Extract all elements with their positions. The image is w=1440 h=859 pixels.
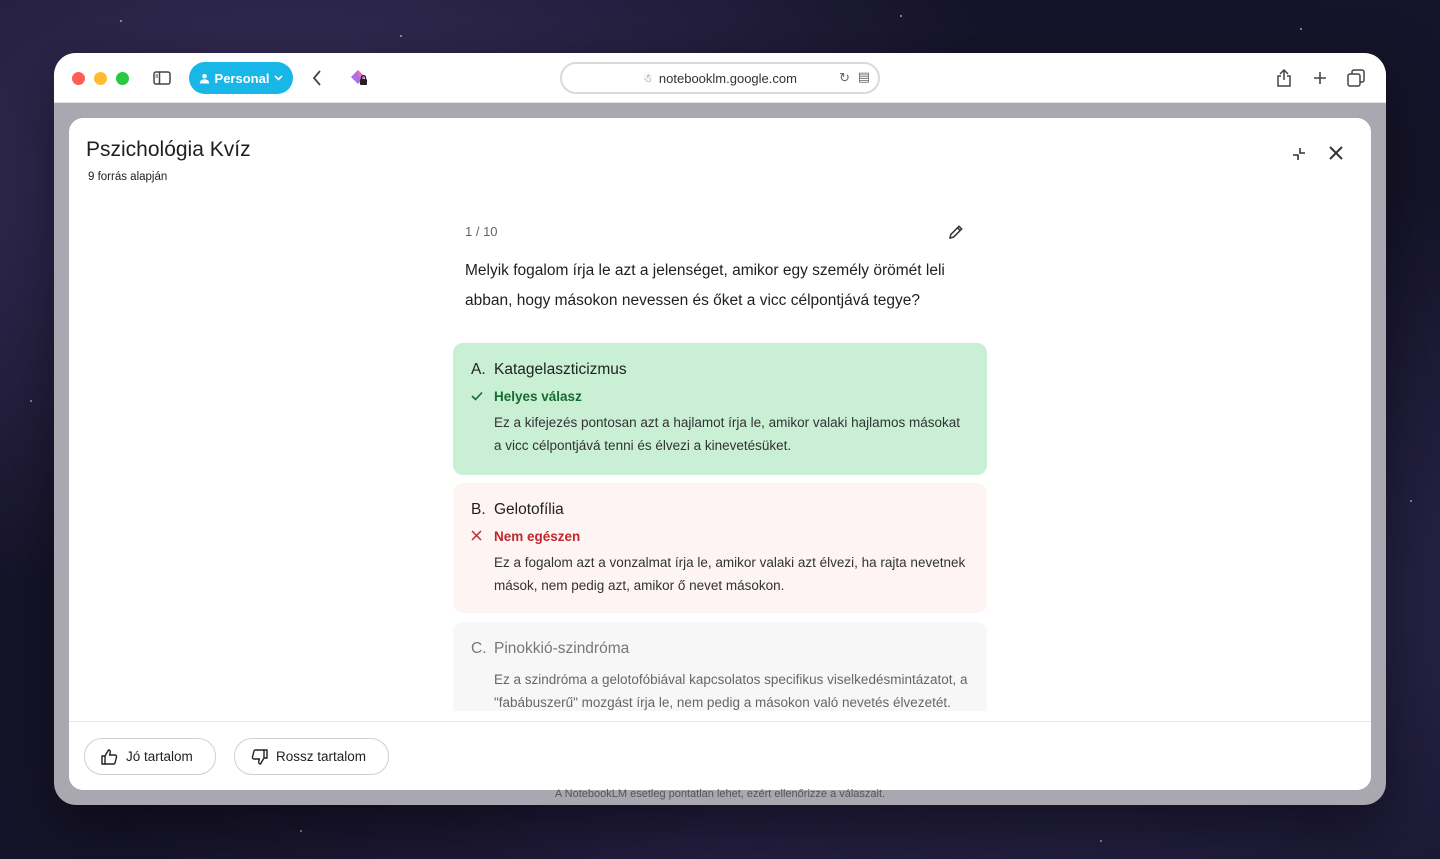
thumbs-up-icon — [101, 748, 118, 765]
share-icon — [1277, 69, 1291, 87]
close-icon — [1329, 146, 1343, 160]
option-label: Gelotofília — [494, 501, 564, 518]
star — [400, 35, 402, 37]
question-counter: 1 / 10 — [465, 224, 498, 239]
star — [900, 15, 902, 17]
option-letter: B. — [471, 501, 486, 518]
tab-overview-button[interactable] — [1340, 62, 1372, 94]
answer-option-c[interactable]: C. Pinokkió-szindróma Ez a szindróma a g… — [453, 622, 987, 711]
x-icon — [471, 529, 494, 544]
star — [1100, 840, 1102, 842]
option-status: Helyes válasz — [494, 389, 582, 404]
close-window-button[interactable] — [72, 72, 85, 85]
extension-button[interactable] — [341, 62, 377, 94]
check-icon — [471, 389, 494, 404]
question-text: Melyik fogalom írja le azt a jelenséget,… — [465, 262, 945, 309]
modal-footer: Jó tartalom Rossz tartalom — [69, 721, 1371, 790]
new-tab-button[interactable] — [1304, 62, 1336, 94]
reader-icon[interactable]: ▤ — [858, 69, 870, 85]
tabs-icon — [1347, 69, 1365, 87]
option-letter: A. — [471, 361, 486, 378]
option-label: Katagelaszticizmus — [494, 361, 627, 378]
modal-subtitle: 9 forrás alapján — [88, 171, 168, 183]
option-explanation: Ez a kifejezés pontosan azt a hajlamot í… — [494, 415, 960, 453]
extension-icon — [351, 70, 367, 85]
reload-icon[interactable]: ↻ — [839, 70, 850, 86]
site-info-icon: ☃ — [643, 72, 653, 85]
answer-option-a[interactable]: A. Katagelaszticizmus Helyes válasz Ez a… — [453, 343, 987, 475]
option-status: Nem egészen — [494, 529, 581, 544]
good-content-button[interactable]: Jó tartalom — [84, 738, 216, 775]
star — [1410, 500, 1412, 502]
sidebar-toggle-button[interactable] — [144, 62, 180, 94]
profile-label: Personal — [214, 70, 270, 86]
edit-button[interactable] — [943, 220, 967, 244]
option-explanation: Ez a szindróma a gelotofóbiával kapcsola… — [494, 672, 968, 710]
star — [300, 830, 302, 832]
bad-content-button[interactable]: Rossz tartalom — [234, 738, 390, 775]
collapse-icon — [1293, 148, 1305, 160]
close-modal-button[interactable] — [1321, 138, 1351, 168]
zoom-window-button[interactable] — [116, 72, 129, 85]
minimize-window-button[interactable] — [94, 72, 107, 85]
thumbs-down-icon — [251, 748, 268, 765]
answer-option-b[interactable]: B. Gelotofília Nem egészen Ez a fogalom … — [453, 483, 987, 613]
browser-toolbar: Personal ☃ notebooklm.google.com ↻ ▤ — [54, 53, 1386, 103]
person-icon — [199, 73, 209, 84]
option-explanation: Ez a fogalom azt a vonzalmat írja le, am… — [494, 555, 966, 593]
disclaimer-text: A NotebookLM esetleg pontatlan lehet, ez… — [554, 788, 886, 800]
star — [30, 400, 32, 402]
star — [120, 20, 122, 22]
url-text: notebooklm.google.com — [658, 70, 797, 86]
address-bar[interactable]: ☃ notebooklm.google.com ↻ ▤ — [560, 62, 880, 94]
chevron-down-icon — [274, 75, 284, 81]
pencil-icon — [948, 224, 963, 239]
chevron-left-icon — [312, 70, 321, 86]
back-button[interactable] — [299, 62, 335, 94]
browser-right-tools — [1268, 62, 1372, 94]
collapse-button[interactable] — [1285, 140, 1313, 168]
plus-icon — [1314, 72, 1326, 84]
good-content-label: Jó tartalom — [126, 749, 193, 764]
browser-window: Personal ☃ notebooklm.google.com ↻ ▤ Psz… — [54, 53, 1386, 805]
modal-title: Pszichológia Kvíz — [86, 138, 251, 161]
option-letter: C. — [471, 640, 487, 657]
profile-button[interactable]: Personal — [189, 62, 293, 94]
quiz-panel: 1 / 10 Melyik fogalom írja le azt a jele… — [453, 218, 987, 711]
quiz-modal: Pszichológia Kvíz 9 forrás alapján 1 / 1… — [69, 118, 1371, 790]
star — [1300, 28, 1302, 30]
sidebar-icon — [153, 71, 171, 85]
option-label: Pinokkió-szindróma — [494, 640, 630, 657]
share-button[interactable] — [1268, 62, 1300, 94]
bad-content-label: Rossz tartalom — [276, 749, 367, 764]
